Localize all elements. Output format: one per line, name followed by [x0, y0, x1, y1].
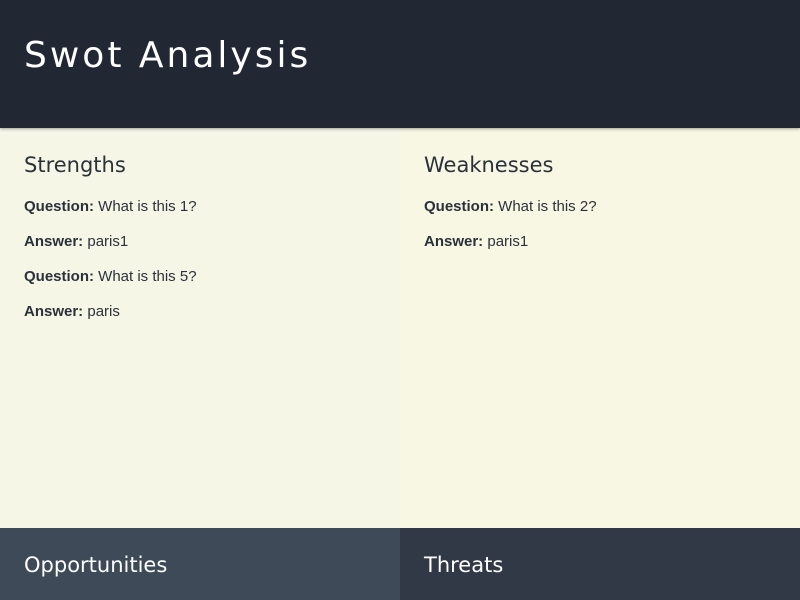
question-line: Question: What is this 1? — [24, 198, 376, 216]
opportunities-title: Opportunities — [24, 553, 168, 577]
strengths-item-1: Question: What is this 1? Answer: paris1 — [24, 198, 376, 251]
strengths-item-2: Question: What is this 5? Answer: paris — [24, 268, 376, 321]
answer-label: Answer: — [424, 233, 484, 251]
answer-line: Answer: paris — [24, 303, 376, 321]
answer-line: Answer: paris1 — [24, 233, 376, 251]
question-text: What is this 5? — [94, 268, 197, 286]
threats-title: Threats — [424, 553, 504, 577]
answer-label: Answer: — [24, 303, 84, 321]
threats-quadrant: Threats — [400, 528, 800, 600]
question-label: Question: — [24, 198, 94, 216]
weaknesses-quadrant: Weaknesses Question: What is this 2? Ans… — [400, 128, 800, 528]
weaknesses-title: Weaknesses — [424, 153, 554, 177]
answer-line: Answer: paris1 — [424, 233, 776, 251]
question-label: Question: — [24, 268, 94, 286]
strengths-quadrant: Strengths Question: What is this 1? Answ… — [0, 128, 400, 528]
page-title: Swot Analysis — [24, 35, 312, 76]
app-header: Swot Analysis — [0, 0, 800, 128]
question-line: Question: What is this 5? — [24, 268, 376, 286]
opportunities-quadrant: Opportunities — [0, 528, 400, 600]
question-text: What is this 2? — [494, 198, 597, 216]
question-label: Question: — [424, 198, 494, 216]
weaknesses-item-1: Question: What is this 2? Answer: paris1 — [424, 198, 776, 251]
answer-text: paris1 — [483, 233, 529, 251]
strengths-title: Strengths — [24, 153, 126, 177]
answer-text: paris — [83, 303, 120, 321]
question-line: Question: What is this 2? — [424, 198, 776, 216]
question-text: What is this 1? — [94, 198, 197, 216]
answer-text: paris1 — [83, 233, 129, 251]
answer-label: Answer: — [24, 233, 84, 251]
